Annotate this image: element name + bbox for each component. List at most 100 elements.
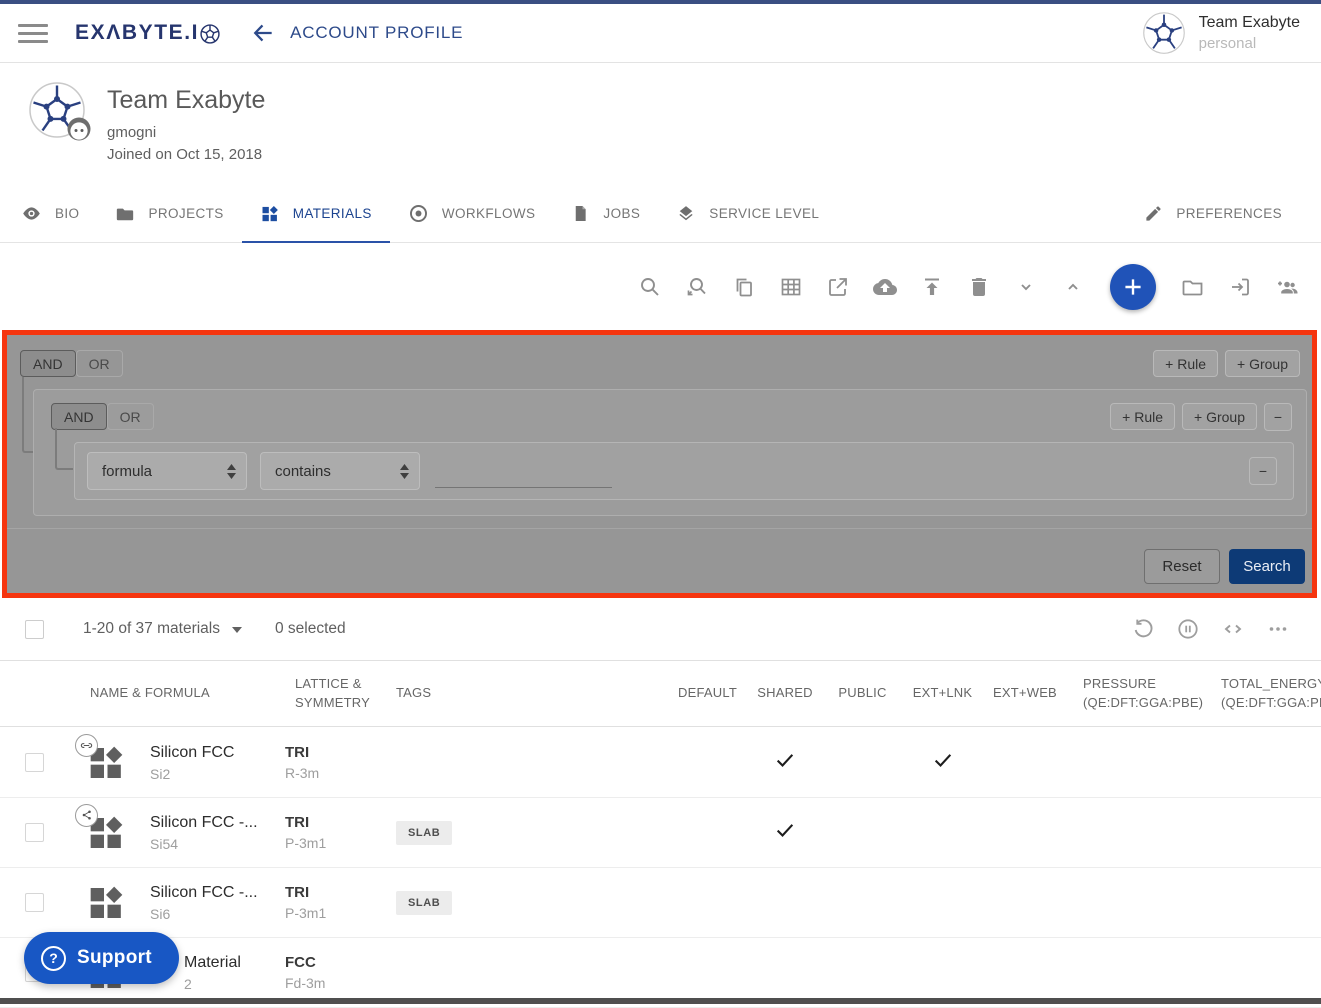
material-name[interactable]: Silicon FCC -... (150, 884, 285, 902)
tab-projects[interactable]: PROJECTS (97, 185, 241, 242)
tab-bio[interactable]: BIO (3, 185, 97, 242)
caret-down-icon (232, 627, 242, 633)
material-tags: SLAB (390, 891, 670, 915)
menu-icon[interactable] (18, 19, 48, 48)
folder-move-icon[interactable] (1181, 275, 1205, 299)
tab-label: BIO (55, 206, 79, 221)
exabyte-logo[interactable]: EXΛBYTE.I (75, 21, 220, 45)
row-checkbox[interactable] (25, 753, 44, 772)
app-bar: EXΛBYTE.I ACCOUNT PROFILE Team Exabyte (0, 4, 1321, 63)
search-icon[interactable] (638, 275, 662, 299)
group-add-group-button[interactable]: + Group (1182, 403, 1257, 430)
outer-add-group-button[interactable]: + Group (1225, 350, 1300, 377)
upload-icon[interactable] (920, 275, 944, 299)
pause-circle-icon[interactable] (1176, 617, 1200, 641)
table-grid-icon[interactable] (779, 275, 803, 299)
tab-label: SERVICE LEVEL (709, 206, 819, 221)
tab-workflows[interactable]: WORKFLOWS (390, 185, 554, 242)
chevron-up-icon[interactable] (1061, 275, 1085, 299)
row-checkbox[interactable] (25, 823, 44, 842)
pencil-icon (1144, 204, 1163, 223)
materials-icon (260, 204, 280, 224)
material-formula: 2 (184, 976, 285, 992)
group-or-button[interactable]: OR (107, 403, 154, 430)
logo-text: EXΛBYTE.I (75, 21, 199, 45)
select-arrows-icon (400, 464, 409, 479)
cloud-upload-icon[interactable] (873, 275, 897, 299)
plus-icon (1120, 274, 1146, 300)
column-header-default: DEFAULT (670, 684, 745, 703)
operator-select[interactable]: contains (260, 452, 420, 490)
tab-jobs[interactable]: JOBS (553, 185, 658, 242)
tab-service-level[interactable]: SERVICE LEVEL (658, 185, 837, 242)
profile-avatar (29, 82, 85, 138)
row-checkbox[interactable] (25, 893, 44, 912)
account-menu[interactable]: Team Exabyte personal (1143, 12, 1300, 54)
user-face-badge-icon (67, 117, 91, 141)
copy-icon[interactable] (732, 275, 756, 299)
code-icon[interactable] (1221, 617, 1245, 641)
page-title: ACCOUNT PROFILE (290, 23, 463, 43)
add-material-button[interactable] (1110, 264, 1156, 310)
open-in-new-icon[interactable] (826, 275, 850, 299)
material-lattice: TRI (285, 814, 390, 831)
column-header-lattice: LATTICE & SYMMETRY (285, 675, 390, 713)
reset-button[interactable]: Reset (1144, 549, 1220, 584)
tag-chip: SLAB (396, 891, 452, 915)
profile-header: Team Exabyte gmogni Joined on Oct 15, 20… (0, 64, 1321, 185)
tab-label: PREFERENCES (1176, 206, 1282, 221)
group-and-button[interactable]: AND (51, 403, 107, 430)
column-header-public: PUBLIC (825, 684, 900, 703)
check-icon (774, 749, 796, 771)
document-icon (571, 204, 590, 223)
delete-icon[interactable] (967, 275, 991, 299)
table-row[interactable]: Silicon FCC -... Si6 TRI P-3m1 SLAB (0, 868, 1321, 938)
list-controls: 1-20 of 37 materials 0 selected (0, 598, 1321, 660)
rule-remove-button[interactable]: − (1249, 457, 1277, 485)
circle-dot-icon (408, 203, 429, 224)
material-name[interactable]: Material (184, 954, 285, 972)
query-builder-group: AND OR + Rule + Group − formula contains… (33, 389, 1307, 516)
layers-icon (676, 204, 696, 224)
import-icon[interactable] (1228, 275, 1252, 299)
search-button[interactable]: Search (1229, 549, 1305, 584)
material-symmetry: P-3m1 (285, 905, 390, 921)
share-badge-icon (75, 804, 98, 827)
group-add-icon[interactable] (1275, 275, 1299, 299)
select-all-checkbox[interactable] (25, 620, 44, 639)
tab-label: MATERIALS (293, 206, 372, 221)
tab-preferences[interactable]: PREFERENCES (1126, 185, 1300, 242)
chevron-down-icon[interactable] (1014, 275, 1038, 299)
table-row[interactable]: Silicon FCC -... Si54 TRI P-3m1 SLAB (0, 798, 1321, 868)
material-formula: Si54 (150, 836, 285, 852)
rule-value-input[interactable] (435, 452, 612, 488)
account-name: Team Exabyte (1199, 14, 1300, 32)
advanced-search-icon[interactable] (685, 275, 709, 299)
field-select[interactable]: formula (87, 452, 247, 490)
check-icon (774, 819, 796, 841)
more-icon[interactable] (1266, 617, 1290, 641)
material-lattice: TRI (285, 744, 390, 761)
outer-add-rule-button[interactable]: + Rule (1153, 350, 1218, 377)
table-row[interactable]: Silicon FCC Si2 TRI R-3m (0, 728, 1321, 798)
column-header-total-energy: TOTAL_ENERGY(QE:DFT:GGA:PBE) (1205, 675, 1321, 713)
group-add-rule-button[interactable]: + Rule (1110, 403, 1175, 430)
profile-username: gmogni (107, 124, 265, 141)
material-name[interactable]: Silicon FCC (150, 744, 285, 762)
refresh-icon[interactable] (1131, 617, 1155, 641)
outer-and-button[interactable]: AND (20, 350, 76, 377)
outer-or-button[interactable]: OR (76, 350, 123, 377)
tab-materials[interactable]: MATERIALS (242, 185, 390, 242)
pagination-dropdown[interactable]: 1-20 of 37 materials (83, 620, 242, 638)
material-symmetry: P-3m1 (285, 835, 390, 851)
back-arrow-icon[interactable] (250, 20, 276, 46)
support-button[interactable]: ? Support (24, 932, 179, 984)
group-remove-button[interactable]: − (1264, 403, 1292, 431)
profile-joined-date: Joined on Oct 15, 2018 (107, 146, 265, 163)
window-bottom-strip (0, 998, 1321, 1004)
tab-label: JOBS (603, 206, 640, 221)
material-icon (86, 813, 126, 853)
tab-label: PROJECTS (148, 206, 223, 221)
material-formula: Si6 (150, 906, 285, 922)
material-name[interactable]: Silicon FCC -... (150, 814, 285, 832)
